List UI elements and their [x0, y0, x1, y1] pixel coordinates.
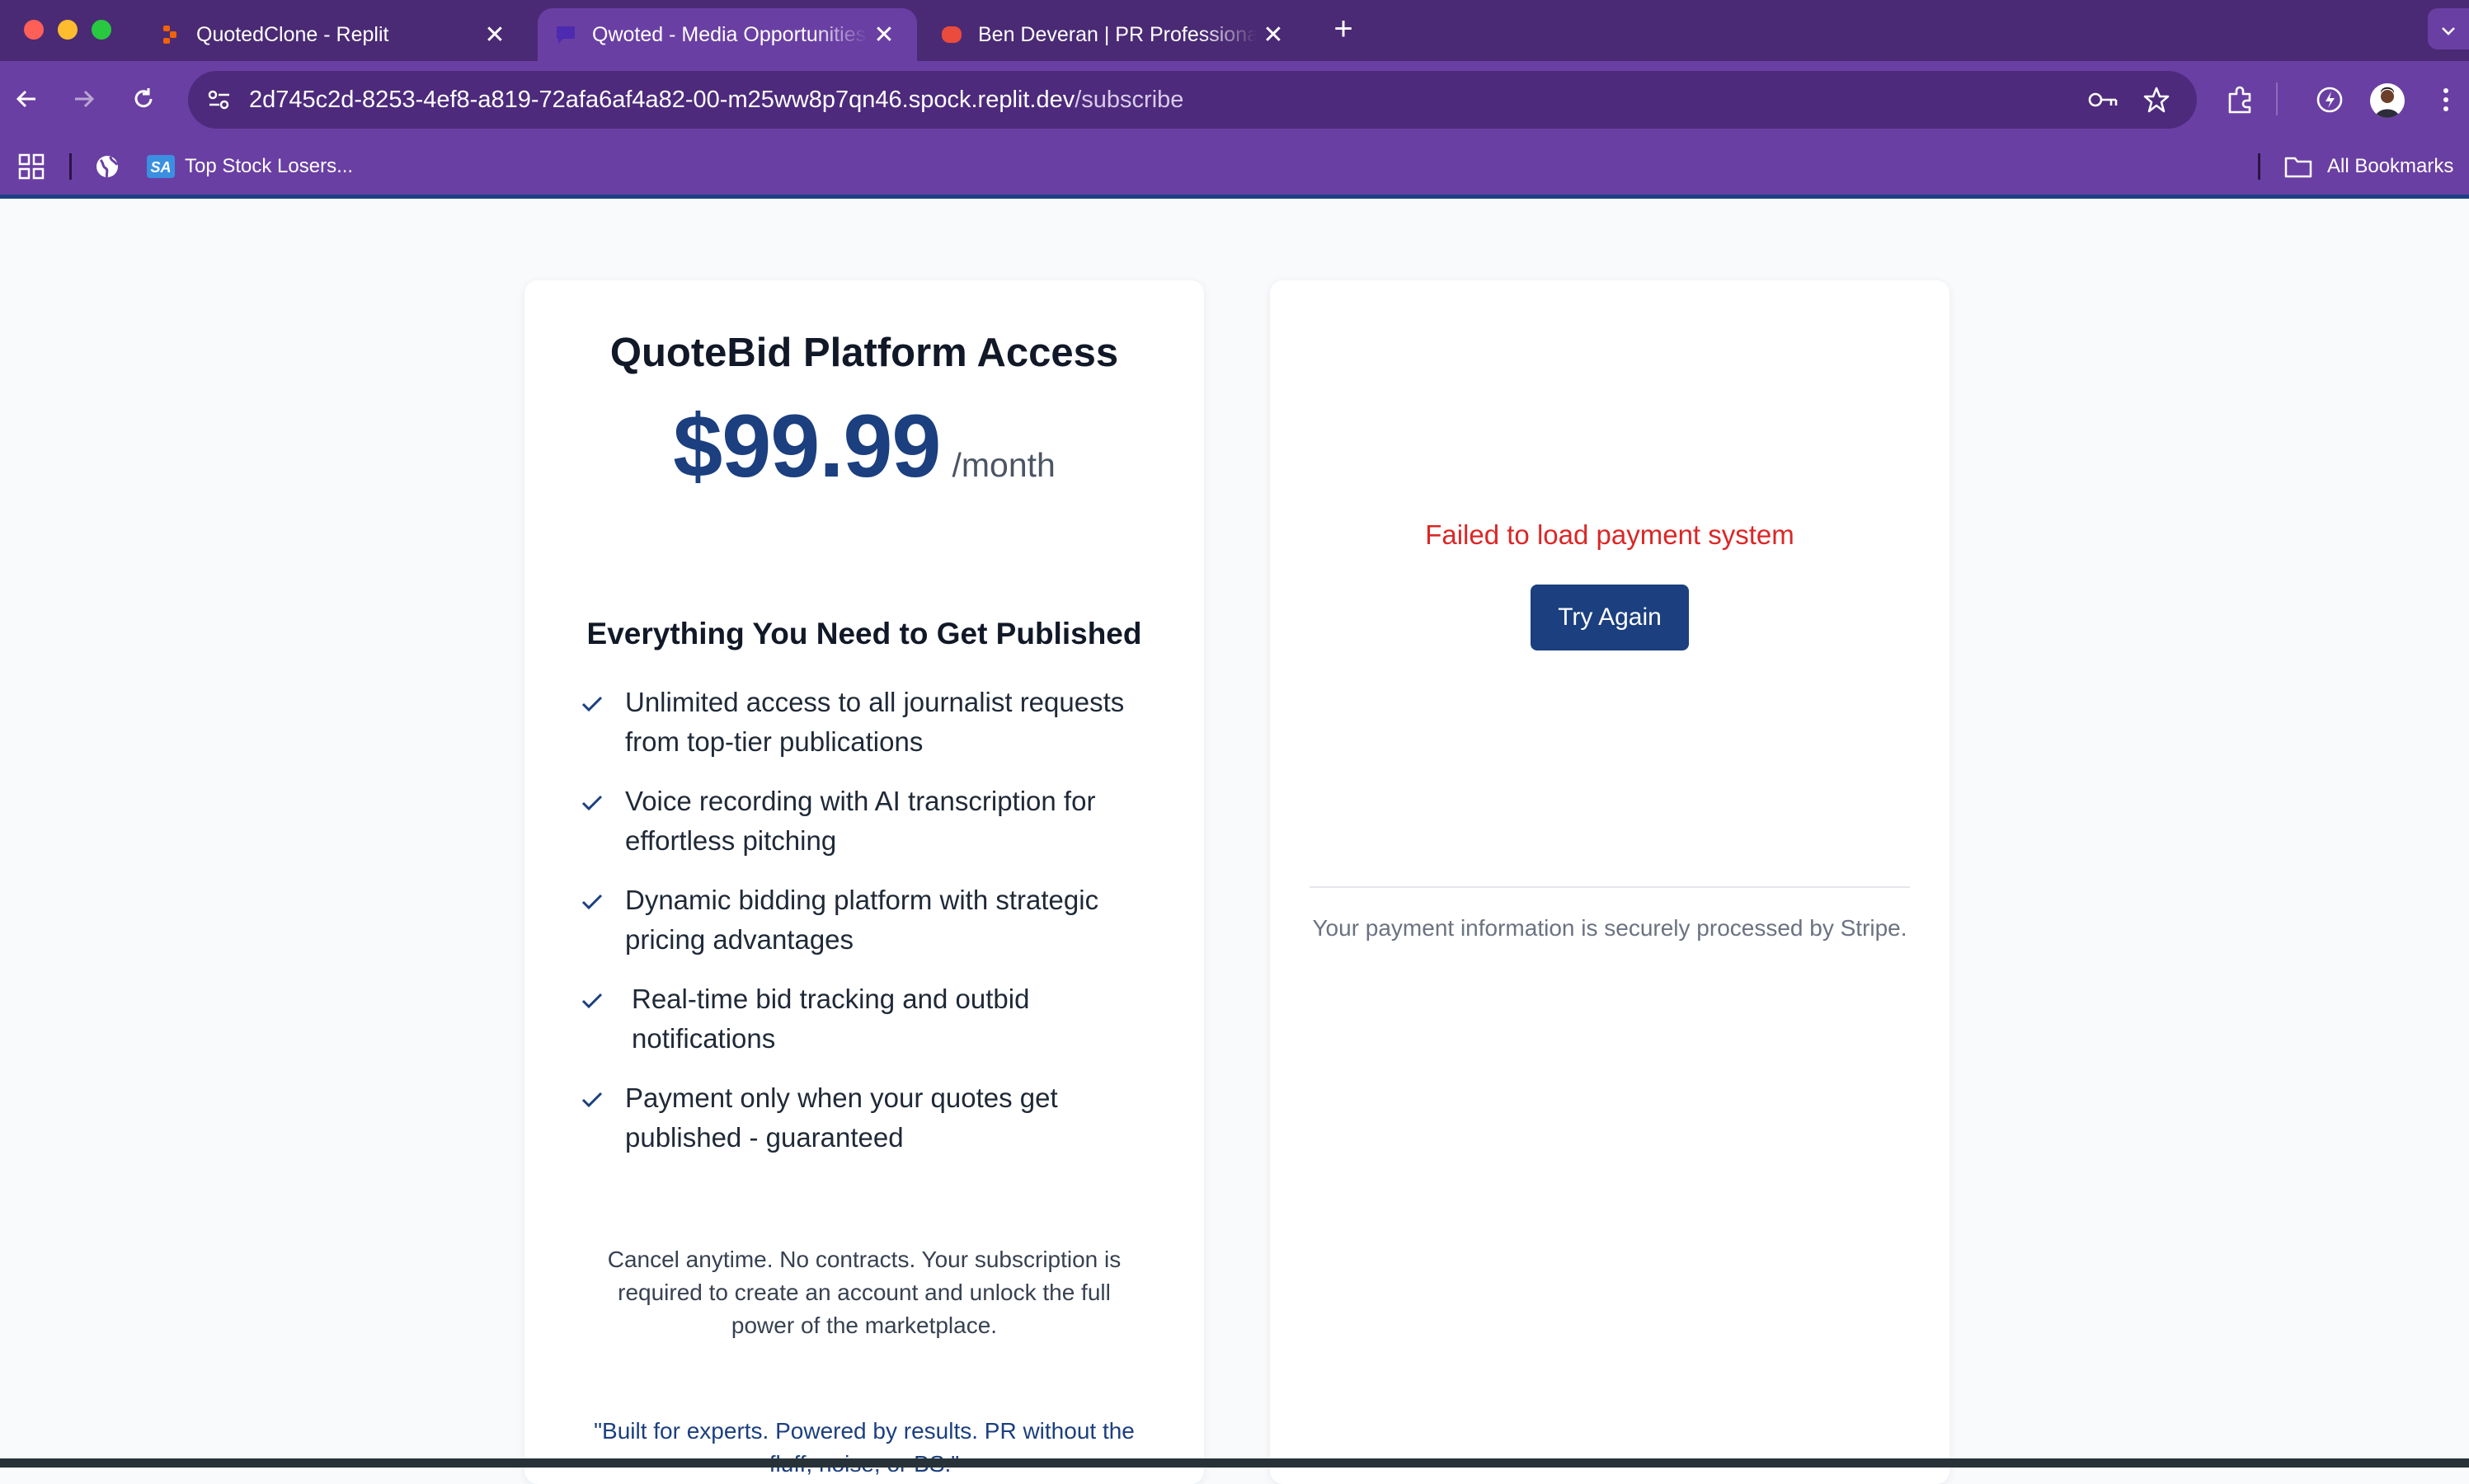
reload-button[interactable]	[120, 76, 167, 122]
replit-icon	[163, 26, 176, 44]
url-text: 2d745c2d-8253-4ef8-a819-72afa6af4a82-00-…	[249, 71, 1183, 129]
feature-text: Payment only when your quotes get publis…	[625, 1082, 1058, 1153]
browser-tab-strip: QuotedClone - Replit ✕ Qwoted - Media Op…	[0, 0, 2469, 61]
feature-text: Voice recording with AI transcription fo…	[625, 786, 1096, 856]
secure-payment-note: Your payment information is securely pro…	[1312, 915, 1907, 941]
bookmark-divider	[2258, 153, 2260, 180]
payment-error-message: Failed to load payment system	[1425, 519, 1794, 550]
tab-qwoted[interactable]: Qwoted - Media Opportunities ✕	[538, 8, 917, 61]
feature-text: Dynamic bidding platform with strategic …	[625, 885, 1099, 955]
toolbar-divider	[2276, 82, 2278, 115]
all-bookmarks-button[interactable]: All Bookmarks	[2284, 139, 2466, 195]
try-again-button[interactable]: Try Again	[1531, 585, 1689, 650]
payment-card: Failed to load payment system Try Again …	[1270, 280, 1949, 1484]
plan-card: QuoteBid Platform Access $99.99/month Ev…	[524, 280, 1204, 1484]
avatar[interactable]	[2370, 83, 2405, 118]
tab-quotedclone[interactable]: QuotedClone - Replit ✕	[142, 8, 528, 61]
tab-title: QuotedClone - Replit	[196, 22, 389, 46]
close-window-button[interactable]	[24, 20, 44, 40]
features-heading: Everything You Need to Get Published	[586, 617, 1142, 650]
feature-item: Voice recording with AI transcription fo…	[577, 782, 1171, 861]
apps-grid-icon[interactable]	[18, 153, 45, 180]
chevron-down-icon	[2442, 27, 2455, 35]
close-tab-icon[interactable]: ✕	[868, 21, 901, 49]
extensions-puzzle-icon[interactable]	[2225, 84, 2256, 115]
seeking-alpha-icon: SA	[147, 155, 175, 178]
key-icon[interactable]	[2086, 88, 2119, 111]
folder-icon	[2284, 157, 2312, 178]
tab-search-button[interactable]	[2428, 8, 2469, 49]
check-icon	[581, 894, 603, 910]
chat-bubble-icon	[557, 26, 575, 44]
window-bottom-edge	[0, 1458, 2469, 1468]
tab-title: Qwoted - Media Opportunities	[592, 22, 867, 46]
site-settings-icon[interactable]	[206, 87, 233, 112]
maximize-window-button[interactable]	[92, 20, 111, 40]
bookmark-divider	[69, 153, 72, 180]
close-tab-icon[interactable]: ✕	[1257, 21, 1290, 49]
close-tab-icon[interactable]: ✕	[478, 21, 511, 49]
bookmark-label: Top Stock Losers...	[185, 155, 354, 177]
check-icon	[581, 696, 603, 712]
cancel-note: Cancel anytime. No contracts. Your subsc…	[607, 1247, 1122, 1338]
tab-title: Ben Deveran | PR Professional	[978, 22, 1257, 46]
bookmarks-bar: SA Top Stock Losers... All Bookmarks	[0, 139, 2469, 199]
feature-item: Payment only when your quotes get publis…	[577, 1078, 1171, 1158]
new-tab-button[interactable]: +	[1326, 12, 1361, 46]
url-path: /subscribe	[1075, 87, 1184, 113]
star-icon[interactable]	[2142, 86, 2170, 114]
back-button[interactable]	[3, 76, 49, 122]
plan-period: /month	[952, 446, 1056, 484]
tab-ben-deveran[interactable]: Ben Deveran | PR Professional ✕	[924, 8, 1306, 61]
price-row: $99.99/month	[524, 394, 1204, 497]
profile-avatar-icon	[2375, 87, 2400, 118]
check-icon	[581, 993, 603, 1009]
globe-icon[interactable]	[94, 153, 120, 180]
svg-text:SA: SA	[150, 159, 171, 176]
tagline: "Built for experts. Powered by results. …	[594, 1418, 1135, 1477]
plan-price: $99.99	[673, 396, 941, 495]
feature-text: Real-time bid tracking and outbid notifi…	[632, 984, 1030, 1054]
feature-item: Dynamic bidding platform with strategic …	[577, 881, 1171, 960]
arrow-left-icon	[16, 90, 35, 108]
site-favicon-icon	[942, 26, 962, 43]
minimize-window-button[interactable]	[58, 20, 78, 40]
feature-item: Unlimited access to all journalist reque…	[577, 683, 1171, 762]
address-bar[interactable]: 2d745c2d-8253-4ef8-a819-72afa6af4a82-00-…	[188, 71, 2197, 129]
more-menu-icon[interactable]	[2436, 84, 2456, 115]
check-icon	[581, 1092, 603, 1108]
feature-text: Unlimited access to all journalist reque…	[625, 687, 1125, 757]
arrow-right-icon	[75, 90, 95, 108]
all-bookmarks-label: All Bookmarks	[2327, 155, 2454, 177]
divider	[1310, 886, 1910, 888]
performance-icon[interactable]	[2314, 84, 2345, 115]
plan-title: QuoteBid Platform Access	[609, 331, 1119, 375]
forward-button[interactable]	[61, 76, 107, 122]
browser-toolbar: 2d745c2d-8253-4ef8-a819-72afa6af4a82-00-…	[0, 61, 2469, 139]
url-host: 2d745c2d-8253-4ef8-a819-72afa6af4a82-00-…	[249, 87, 1075, 113]
check-icon	[581, 795, 603, 811]
feature-item: Real-time bid tracking and outbid notifi…	[577, 979, 1171, 1059]
subscribe-page: QuoteBid Platform Access $99.99/month Ev…	[0, 199, 2469, 1484]
reload-icon	[134, 88, 153, 108]
